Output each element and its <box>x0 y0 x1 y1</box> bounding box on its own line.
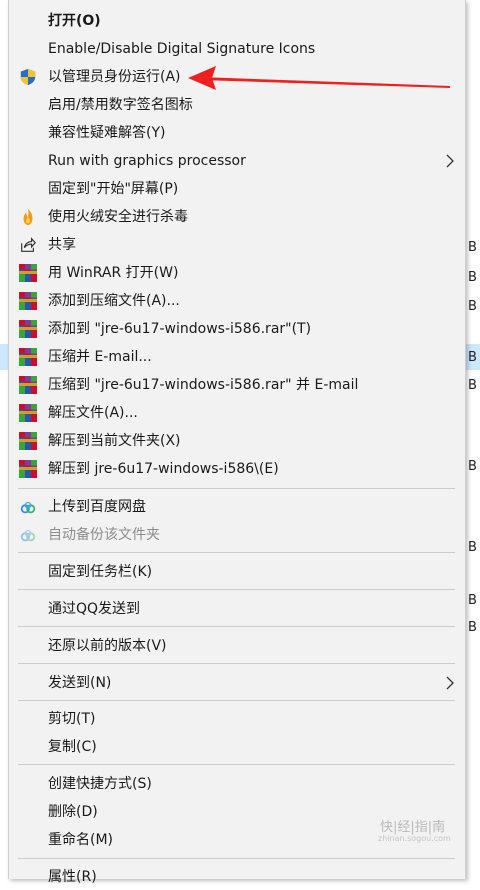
menu-item-huorong-scan[interactable]: 使用火绒安全进行杀毒 <box>9 204 465 230</box>
menu-item-run-as-admin[interactable]: 以管理员身份运行(A) <box>9 64 465 90</box>
menu-item-restore-previous-versions[interactable]: 还原以前的版本(V) <box>9 633 465 659</box>
winrar-icon <box>19 348 37 366</box>
menu-item-label: Enable/Disable Digital Signature Icons <box>48 41 316 57</box>
menu-item-label: 删除(D) <box>48 804 98 820</box>
menu-item-label: 压缩并 E-mail... <box>48 349 152 365</box>
menu-item-share[interactable]: 共享 <box>9 232 465 258</box>
menu-item-label: 固定到"开始"屏幕(P) <box>48 181 179 197</box>
menu-item-signature-icons-cn[interactable]: 启用/禁用数字签名图标 <box>9 92 465 118</box>
explorer-background-right <box>466 0 480 879</box>
size-unit-fragment: B <box>468 350 477 365</box>
size-unit-fragment: B <box>468 593 477 608</box>
menu-item-label: 还原以前的版本(V) <box>48 638 167 654</box>
menu-item-label: 解压到 jre-6u17-windows-i586\(E) <box>48 461 279 477</box>
chevron-right-icon <box>446 154 454 168</box>
share-icon <box>21 237 36 252</box>
menu-item-label: 使用火绒安全进行杀毒 <box>48 209 188 225</box>
menu-separator <box>18 663 455 664</box>
menu-item-auto-backup-folder: 自动备份该文件夹 <box>9 522 465 548</box>
watermark-text: 快|经|指|南 <box>380 820 446 835</box>
uac-shield-icon <box>20 68 36 86</box>
menu-item-send-via-qq[interactable]: 通过QQ发送到 <box>9 596 465 622</box>
menu-item-add-to-archive[interactable]: 添加到压缩文件(A)... <box>9 288 465 314</box>
menu-separator <box>18 700 455 701</box>
size-unit-fragment: B <box>468 378 477 393</box>
size-unit-fragment: B <box>468 459 477 474</box>
menu-item-label: 剪切(T) <box>48 711 96 727</box>
menu-item-run-with-gpu[interactable]: Run with graphics processor <box>9 148 465 174</box>
menu-separator <box>18 626 455 627</box>
explorer-background-left <box>0 0 8 879</box>
menu-item-label: 启用/禁用数字签名图标 <box>48 97 193 113</box>
menu-item-label: 解压到当前文件夹(X) <box>48 433 181 449</box>
size-unit-fragment: B <box>468 240 477 255</box>
selected-file-row-left <box>0 344 8 370</box>
menu-item-toggle-signature-icons[interactable]: Enable/Disable Digital Signature Icons <box>9 36 465 62</box>
menu-item-label: 属性(R) <box>48 869 97 885</box>
menu-item-extract-here[interactable]: 解压到当前文件夹(X) <box>9 428 465 454</box>
size-unit-fragment: B <box>468 620 477 635</box>
menu-item-extract-to-folder[interactable]: 解压到 jre-6u17-windows-i586\(E) <box>9 456 465 482</box>
menu-separator <box>18 589 455 590</box>
menu-item-extract-files[interactable]: 解压文件(A)... <box>9 400 465 426</box>
menu-item-label: 通过QQ发送到 <box>48 601 141 617</box>
menu-item-compatibility-troubleshoot[interactable]: 兼容性疑难解答(Y) <box>9 120 465 146</box>
menu-item-label: 共享 <box>48 237 76 253</box>
menu-separator <box>18 552 455 553</box>
baidu-cloud-icon <box>20 501 36 514</box>
menu-item-pin-to-start[interactable]: 固定到"开始"屏幕(P) <box>9 176 465 202</box>
menu-item-label: 压缩到 "jre-6u17-windows-i586.rar" 并 E-mail <box>48 377 359 393</box>
menu-item-open[interactable]: 打开(O) <box>9 8 465 34</box>
winrar-icon <box>19 404 37 422</box>
size-unit-fragment: B <box>468 299 477 314</box>
menu-item-compress-named-and-email[interactable]: 压缩到 "jre-6u17-windows-i586.rar" 并 E-mail <box>9 372 465 398</box>
menu-item-pin-to-taskbar[interactable]: 固定到任务栏(K) <box>9 559 465 585</box>
menu-item-label: 兼容性疑难解答(Y) <box>48 125 166 141</box>
menu-item-send-to[interactable]: 发送到(N) <box>9 670 465 696</box>
menu-item-compress-and-email[interactable]: 压缩并 E-mail... <box>9 344 465 370</box>
context-menu: 打开(O) Enable/Disable Digital Signature I… <box>8 0 466 885</box>
menu-item-copy[interactable]: 复制(C) <box>9 734 465 760</box>
menu-separator <box>18 858 455 859</box>
menu-item-label: 添加到 "jre-6u17-windows-i586.rar"(T) <box>48 321 312 337</box>
baidu-cloud-icon <box>20 529 36 542</box>
winrar-icon <box>19 320 37 338</box>
size-unit-fragment: B <box>468 540 477 555</box>
menu-item-label: 打开(O) <box>48 13 101 29</box>
menu-item-label: 上传到百度网盘 <box>48 499 146 515</box>
menu-item-cut[interactable]: 剪切(T) <box>9 706 465 732</box>
huorong-flame-icon <box>23 208 33 226</box>
menu-item-upload-baidu[interactable]: 上传到百度网盘 <box>9 494 465 520</box>
chevron-right-icon <box>446 676 454 690</box>
menu-item-label: 发送到(N) <box>48 675 112 691</box>
menu-item-label: 创建快捷方式(S) <box>48 776 152 792</box>
menu-item-label: 添加到压缩文件(A)... <box>48 293 180 309</box>
menu-item-open-with-winrar[interactable]: 用 WinRAR 打开(W) <box>9 260 465 286</box>
winrar-icon <box>19 292 37 310</box>
winrar-icon <box>19 264 37 282</box>
menu-item-label: 解压文件(A)... <box>48 405 138 421</box>
menu-item-create-shortcut[interactable]: 创建快捷方式(S) <box>9 771 465 797</box>
winrar-icon <box>19 376 37 394</box>
winrar-icon <box>19 432 37 450</box>
menu-item-label: 以管理员身份运行(A) <box>48 69 181 85</box>
menu-item-label: Run with graphics processor <box>48 153 246 169</box>
menu-item-add-to-named-rar[interactable]: 添加到 "jre-6u17-windows-i586.rar"(T) <box>9 316 465 342</box>
winrar-icon <box>19 460 37 478</box>
menu-item-label: 自动备份该文件夹 <box>48 527 160 543</box>
size-unit-fragment: B <box>468 270 477 285</box>
menu-item-properties[interactable]: 属性(R) <box>9 864 465 890</box>
watermark-subtext: zhinan.sogou.com <box>378 834 451 843</box>
menu-separator <box>18 488 455 489</box>
menu-separator <box>18 764 455 765</box>
menu-item-label: 重命名(M) <box>48 832 114 848</box>
menu-item-label: 复制(C) <box>48 739 97 755</box>
menu-item-label: 固定到任务栏(K) <box>48 564 153 580</box>
menu-item-label: 用 WinRAR 打开(W) <box>48 265 179 281</box>
